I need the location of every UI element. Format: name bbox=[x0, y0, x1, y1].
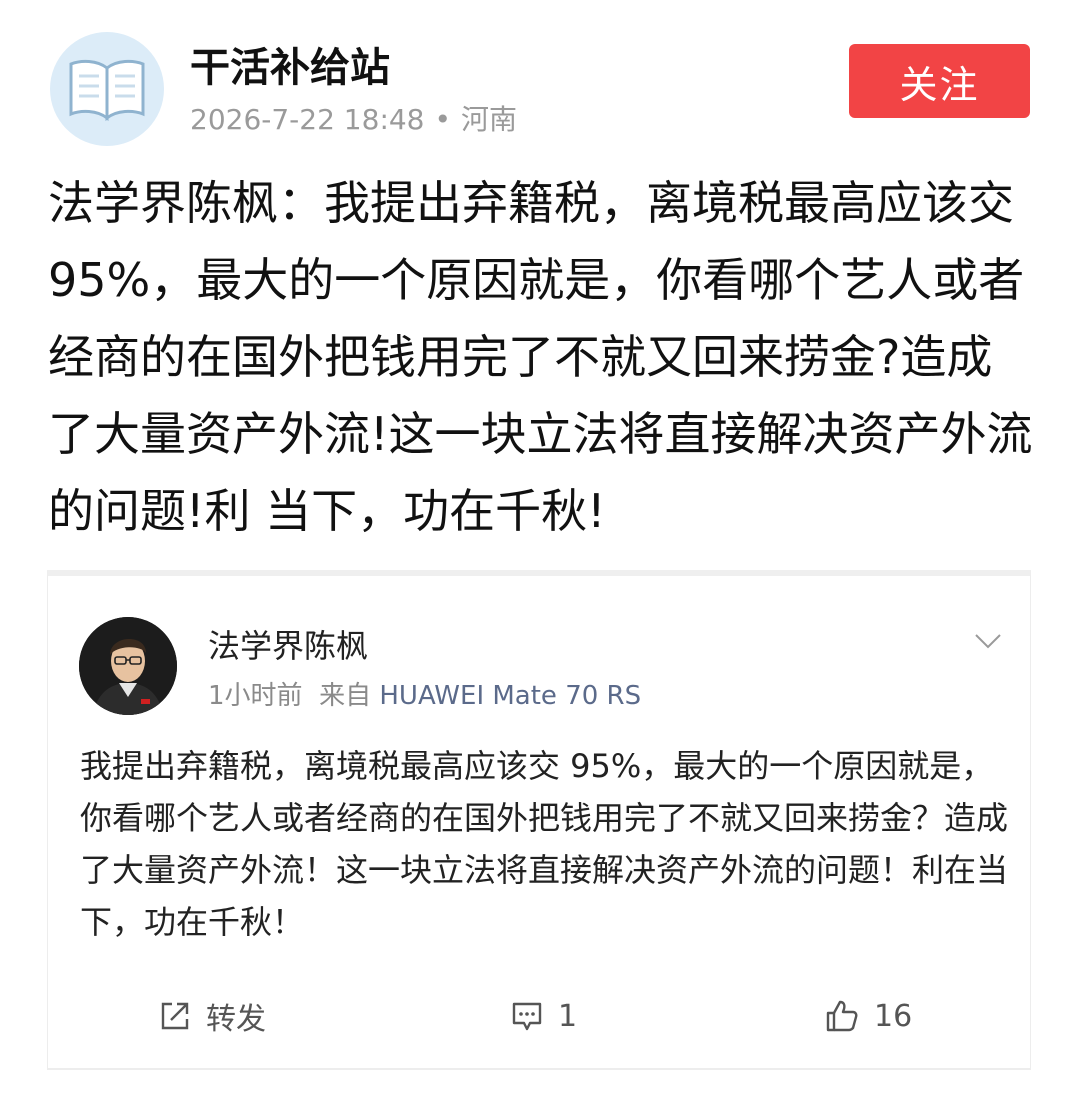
embedded-meta: 1小时前 来自 HUAWEI Mate 70 RS bbox=[208, 678, 641, 714]
repost-icon bbox=[161, 1002, 189, 1030]
like-button[interactable]: 16 bbox=[824, 994, 912, 1038]
embedded-post-card[interactable]: 法学界陈枫 1小时前 来自 HUAWEI Mate 70 RS 我提出弃籍税，离… bbox=[47, 570, 1031, 1070]
embedded-author-name[interactable]: 法学界陈枫 bbox=[208, 624, 368, 668]
embedded-from-label: 来自 bbox=[319, 681, 372, 711]
post-timestamp: 2026-7-22 18:48 bbox=[190, 103, 425, 136]
embedded-time: 1小时前 bbox=[208, 681, 303, 711]
meta-separator: • bbox=[434, 103, 452, 136]
follow-button[interactable]: 关注 bbox=[849, 44, 1030, 118]
like-icon bbox=[826, 1000, 858, 1032]
embedded-author-avatar[interactable] bbox=[79, 617, 177, 715]
repost-button[interactable]: 转发 bbox=[158, 994, 266, 1038]
author-avatar[interactable] bbox=[50, 32, 164, 146]
embedded-post-text: 我提出弃籍税，离境税最高应该交 95%，最大的一个原因就是，你看哪个艺人或者经商… bbox=[80, 747, 1009, 941]
embedded-device: HUAWEI Mate 70 RS bbox=[379, 681, 642, 711]
book-icon bbox=[69, 59, 145, 122]
comment-icon bbox=[512, 1002, 542, 1031]
post-text: 法学界陈枫：我提出弃籍税，离境税最高应该交95%，最大的一个原因就是，你看哪个艺… bbox=[48, 176, 1033, 538]
repost-label: 转发 bbox=[206, 1002, 266, 1037]
comment-count: 1 bbox=[558, 998, 578, 1034]
like-count: 16 bbox=[874, 998, 913, 1034]
post-location: 河南 bbox=[461, 103, 518, 136]
portrait-icon bbox=[79, 617, 177, 715]
chevron-down-icon[interactable] bbox=[973, 626, 1003, 656]
post-meta: 2026-7-22 18:48 • 河南 bbox=[190, 100, 517, 140]
comment-button[interactable]: 1 bbox=[510, 994, 577, 1038]
author-name[interactable]: 干活补给站 bbox=[190, 40, 390, 96]
